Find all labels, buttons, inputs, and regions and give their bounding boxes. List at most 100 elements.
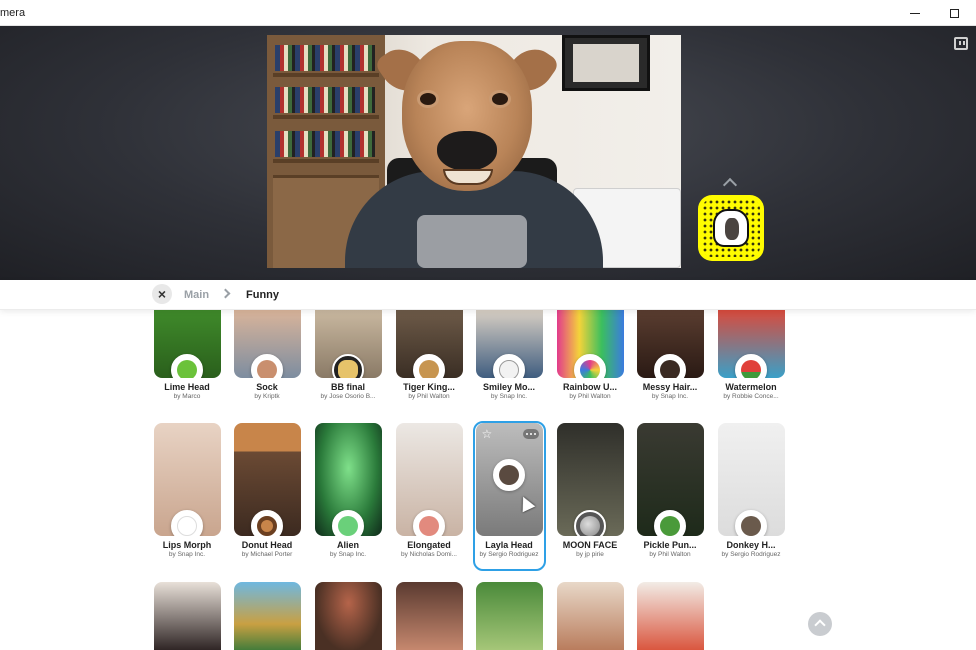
lens-card[interactable] [550,582,630,650]
sock-icon [251,354,283,378]
wall-picture [562,35,650,91]
webcam-video [267,35,681,268]
unicorn-icon [574,354,606,378]
scroll-to-top-button[interactable] [808,612,832,636]
lens-thumbnail [475,310,543,378]
lens-name: Tiger King... [403,382,455,392]
lens-card[interactable]: Messy Hair... by Snap Inc. [630,310,710,400]
lens-thumbnail [717,423,785,536]
hair-icon [654,354,686,378]
lens-thumbnail [153,582,221,650]
lens-name: Watermelon [725,382,777,392]
watermelon-icon [735,354,767,378]
lens-card[interactable]: BB final by Jose Osorio B... [308,310,388,400]
lens-name: Lips Morph [162,540,212,550]
donut-icon [251,510,283,536]
lens-thumbnail [475,582,543,650]
lens-card[interactable]: Smiley Mo... by Snap Inc. [469,310,549,400]
lens-thumbnail [556,582,624,650]
lens-author: by Nicholas Domi... [401,551,457,558]
lime-icon [171,354,203,378]
lens-thumbnail [395,423,463,536]
lens-card[interactable]: Elongated by Nicholas Domi... [389,423,469,558]
lens-thumbnail [314,582,382,650]
lens-card[interactable] [469,582,549,650]
lens-card[interactable]: Sock by Kriptk [227,310,307,400]
lens-card[interactable]: Pickle Pun... by Phil Walton [630,423,710,558]
lens-card[interactable]: Alien by Snap Inc. [308,423,388,558]
lens-name: Sock [256,382,278,392]
breadcrumb-main[interactable]: Main [184,289,209,301]
lens-author: by jp pirie [576,551,604,558]
twitch-chat-icon[interactable] [954,37,968,50]
lens-author: by Marco [173,393,201,400]
lens-name: Alien [336,540,359,550]
lens-card[interactable] [227,582,307,650]
elongated-face-icon [413,510,445,536]
lens-card[interactable]: Tiger King... by Phil Walton [389,310,469,400]
lens-thumbnail [395,582,463,650]
minimize-button[interactable] [895,0,935,26]
lens-thumbnail [556,423,624,536]
title-bar: mera [0,0,976,26]
lens-name: Lime Head [164,382,210,392]
lens-card[interactable] [308,582,388,650]
lens-author: by Phil Walton [649,551,691,558]
lens-card[interactable] [630,582,710,650]
lens-card[interactable]: Watermelon by Robbie Conce... [711,310,791,400]
lens-name: MOON FACE [562,540,618,550]
lens-thumbnail [636,310,704,378]
lens-grid: Lime Head by Marco Sock by Kriptk BB fin… [0,310,976,650]
lens-thumbnail [233,582,301,650]
close-icon[interactable]: × [152,284,172,304]
lens-author: by Robbie Conce... [723,393,779,400]
app-title: mera [0,7,26,19]
lens-card[interactable]: Lips Morph by Snap Inc. [147,423,227,558]
lens-name: Rainbow U... [563,382,617,392]
pickle-icon [654,510,686,536]
lens-name: Donkey H... [726,540,776,550]
chevron-up-icon[interactable] [722,177,738,193]
lens-thumbnail [395,310,463,378]
lens-author: by Jose Osorio B... [320,393,376,400]
selected-lens-highlight [473,421,546,571]
lens-author: by Snap Inc. [651,393,689,400]
lens-name: Messy Hair... [642,382,698,392]
lens-thumbnail [636,423,704,536]
lens-thumbnail [153,423,221,536]
lens-author: by Michael Porter [241,551,293,558]
lens-author: by Phil Walton [569,393,611,400]
lens-card[interactable]: Donkey H... by Sergio Rodriguez [711,423,791,558]
snapcode-icon[interactable] [698,195,764,261]
minimize-icon [910,12,920,14]
lens-thumbnail [314,310,382,378]
lens-card[interactable]: Donut Head by Michael Porter [227,423,307,558]
alien-icon [332,510,364,536]
lens-card[interactable] [147,582,227,650]
donkey-icon [735,510,767,536]
lens-author: by Phil Walton [408,393,450,400]
camera-preview-area [0,26,976,280]
lens-thumbnail [636,582,704,650]
lens-card[interactable] [389,582,469,650]
lips-icon [171,510,203,536]
maximize-icon [949,8,959,18]
lens-card[interactable]: Lime Head by Marco [147,310,227,400]
lens-author: by Snap Inc. [168,551,206,558]
lens-thumbnail [556,310,624,378]
snapcode-photo [713,209,749,247]
lens-author: by Kriptk [254,393,280,400]
lens-author: by Snap Inc. [329,551,367,558]
tiger-icon [413,354,445,378]
chevron-right-icon [220,288,231,299]
lens-name: Elongated [407,540,451,550]
lens-card[interactable]: MOON FACE by jp pirie [550,423,630,558]
smiley-icon [493,354,525,378]
breadcrumb-funny: Funny [246,289,279,301]
lens-thumbnail [153,310,221,378]
lens-card[interactable]: Rainbow U... by Phil Walton [550,310,630,400]
moon-icon [574,510,606,536]
lens-author: by Snap Inc. [490,393,528,400]
maximize-button[interactable] [934,0,974,26]
lens-name: Pickle Pun... [643,540,697,550]
